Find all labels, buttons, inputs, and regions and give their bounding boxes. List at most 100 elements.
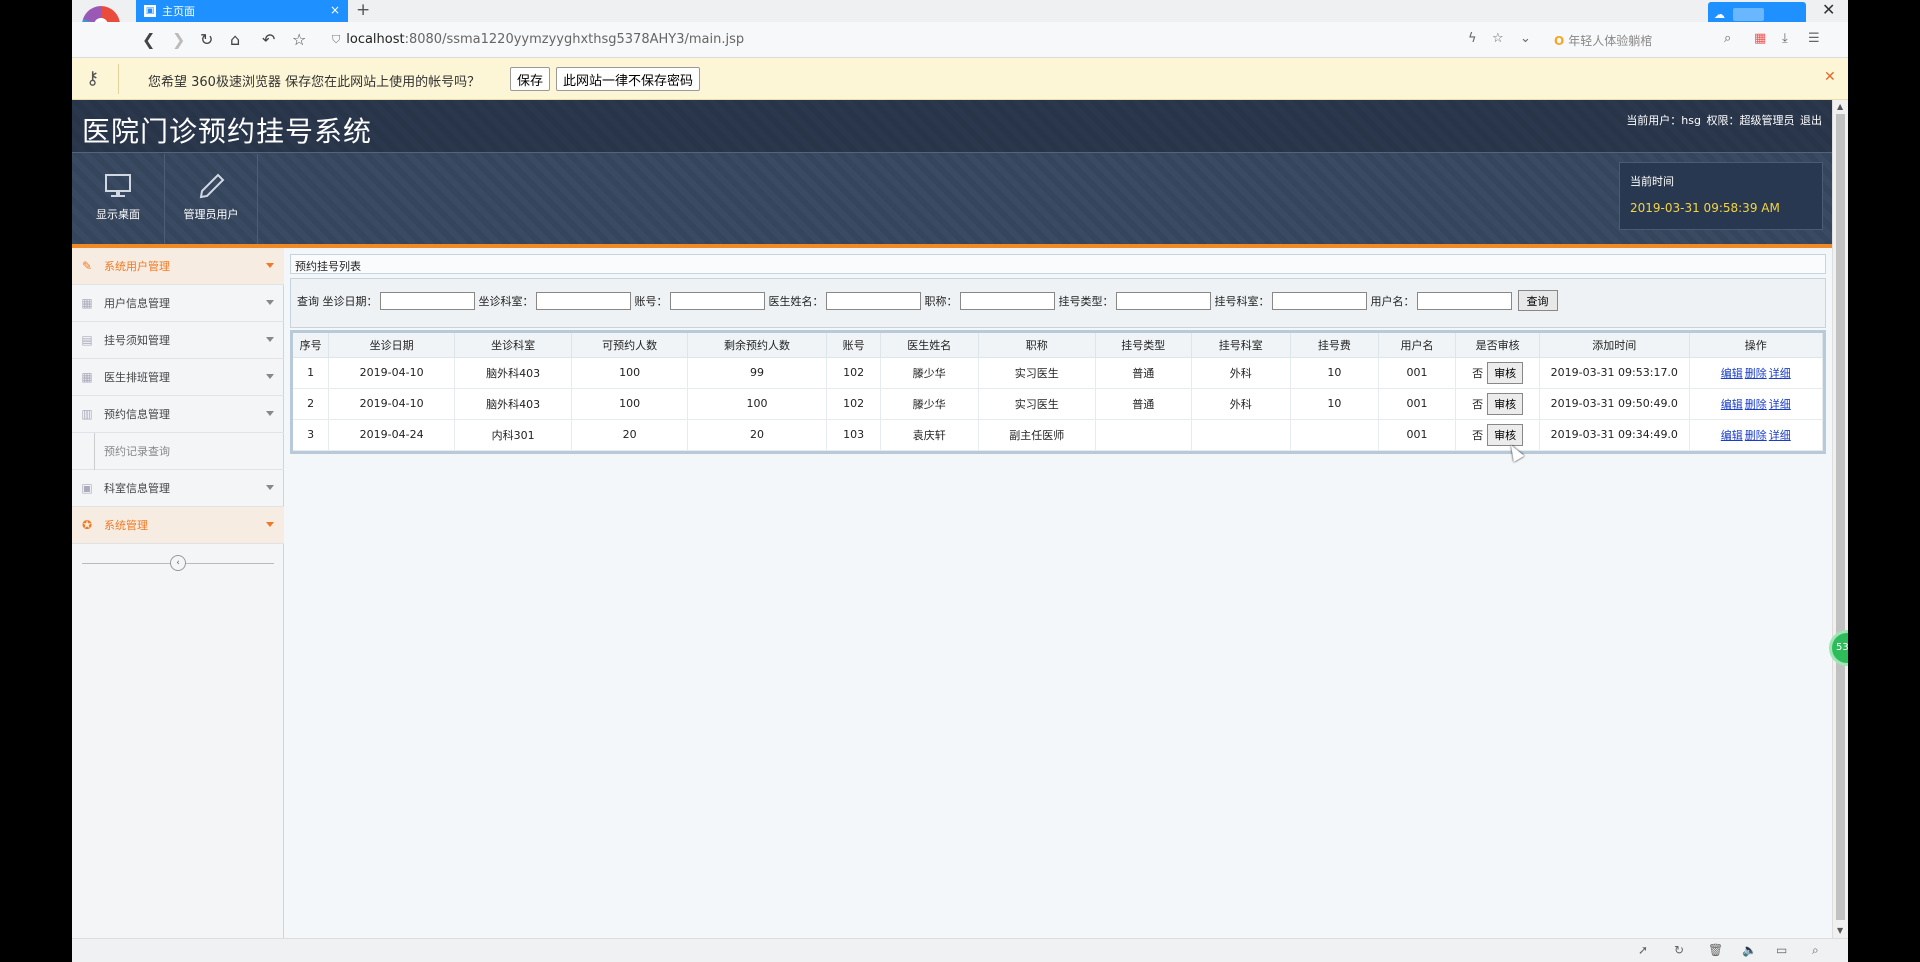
field-label: 医生姓名：: [768, 294, 824, 308]
trash-icon[interactable]: 🗑: [1708, 943, 1723, 957]
app-title: 医院门诊预约挂号系统: [82, 115, 373, 148]
sidebar-item-label: 预约信息管理: [104, 408, 170, 421]
table-row: 2 2019-04-10 脑外科403 100 100 102 滕少华 实习医生 普通 外科 10 0…: [293, 388, 1824, 420]
save-password-button[interactable]: 保存: [510, 67, 551, 91]
panel-title: 预约挂号列表: [290, 254, 1826, 274]
toolbar-admin-user[interactable]: 管理员用户: [165, 154, 258, 244]
column-header: 序号: [293, 333, 330, 358]
query-button[interactable]: 查询: [1517, 290, 1558, 311]
logout-link[interactable]: 退出: [1800, 114, 1822, 127]
search-box[interactable]: O 年轻人体验躺棺: [1554, 32, 1652, 49]
sidebar-item-user-info[interactable]: ▦ 用户信息管理: [72, 285, 284, 322]
current-user: 当前用户：hsg: [1626, 114, 1701, 127]
url-field[interactable]: ⛉ localhost:8080/ssma1220yymzyyghxthsg537…: [332, 32, 744, 47]
star-icon[interactable]: ☆: [292, 30, 306, 49]
edit-link[interactable]: 编辑: [1721, 367, 1743, 380]
account-input[interactable]: [669, 291, 765, 310]
detail-link[interactable]: 详细: [1769, 398, 1791, 411]
detail-link[interactable]: 详细: [1769, 429, 1791, 442]
reload-icon[interactable]: ↻: [200, 30, 213, 49]
window-close-button[interactable]: ✕: [1822, 0, 1835, 19]
sidebar-item-notice[interactable]: ▤ 挂号须知管理: [72, 322, 284, 359]
reg-type-input[interactable]: [1115, 291, 1211, 310]
back-icon[interactable]: ❮: [142, 30, 155, 49]
table-cell: 2019-04-10: [328, 388, 455, 420]
sidebar-item-system[interactable]: ✪ 系统管理: [72, 507, 284, 544]
forward-icon[interactable]: ❯: [172, 30, 185, 49]
table-cell: 10: [1290, 357, 1379, 389]
cloud-icon: ☁: [1714, 7, 1725, 21]
page-favicon-icon: ▣: [144, 5, 156, 17]
title-input[interactable]: [959, 291, 1055, 310]
table-cell: 100: [571, 357, 688, 389]
reg-dept-input[interactable]: [1271, 291, 1367, 310]
password-message: 您希望 360极速浏览器 保存您在此网站上使用的帐号吗？: [148, 75, 481, 90]
detail-link[interactable]: 详细: [1769, 367, 1791, 380]
audit-button[interactable]: 审核: [1487, 361, 1524, 384]
chevron-down-icon: [266, 522, 274, 527]
edit-link[interactable]: 编辑: [1721, 398, 1743, 411]
chevron-down-icon: [266, 485, 274, 490]
actions-cell: 编辑 删除 详细: [1689, 419, 1824, 451]
delete-link[interactable]: 删除: [1745, 429, 1767, 442]
table-header-row: 序号 坐诊日期 坐诊科室 可预约人数 剩余预约人数 账号 医生姓名 职称 挂号类型 挂号科室 挂号费…: [293, 333, 1824, 358]
search-engine-icon: O: [1554, 34, 1565, 48]
zoom-icon[interactable]: ⌕: [1812, 943, 1819, 958]
delete-link[interactable]: 删除: [1745, 367, 1767, 380]
sidebar-item-appointments[interactable]: ▥ 预约信息管理: [72, 396, 284, 433]
sidebar-item-system-users[interactable]: ✎ 系统用户管理: [72, 248, 284, 285]
department-input[interactable]: [535, 291, 631, 310]
volume-icon[interactable]: 🔈: [1742, 943, 1757, 957]
sidebar-item-schedule[interactable]: ▦ 医生排班管理: [72, 359, 284, 396]
download-icon[interactable]: ⤓: [1782, 31, 1788, 46]
actions-cell: 编辑 删除 详细: [1689, 388, 1824, 420]
refresh-icon[interactable]: ↻: [1674, 943, 1684, 957]
column-header: 账号: [826, 333, 882, 358]
sidebar-subitem-records[interactable]: 预约记录查询: [72, 433, 284, 470]
toolbar-show-desktop[interactable]: 显示桌面: [72, 154, 165, 244]
sidebar-item-label: 预约记录查询: [104, 445, 170, 458]
apps-icon[interactable]: ▦: [1754, 31, 1766, 46]
lightning-icon[interactable]: ϟ: [1468, 31, 1477, 46]
window-icon[interactable]: ▭: [1776, 943, 1787, 957]
field-label: 坐诊科室：: [478, 294, 534, 308]
pencil-icon: ✎: [81, 259, 93, 273]
favorite-icon[interactable]: ☆: [1492, 31, 1504, 46]
sidebar-item-departments[interactable]: ▣ 科室信息管理: [72, 470, 284, 507]
close-icon[interactable]: ✕: [1824, 69, 1836, 85]
url-path: :8080/ssma1220yymzyyghxthsg5378AHY3/main…: [404, 32, 745, 47]
browser-tab[interactable]: ▣ 主页面 ×: [136, 0, 348, 22]
username-input[interactable]: [1416, 291, 1512, 310]
menu-icon[interactable]: ☰: [1808, 31, 1820, 46]
audit-button[interactable]: 审核: [1487, 392, 1524, 415]
tab-close-icon[interactable]: ×: [330, 3, 340, 17]
scroll-up-icon[interactable]: ▲: [1837, 102, 1843, 111]
table-cell: [1290, 419, 1379, 451]
home-icon[interactable]: ⌂: [230, 30, 240, 49]
time-value: 2019-03-31 09:58:39 AM: [1630, 201, 1780, 215]
search-icon[interactable]: ⌕: [1724, 31, 1731, 46]
new-tab-button[interactable]: +: [356, 0, 370, 20]
table-cell: 103: [826, 419, 882, 451]
edit-link[interactable]: 编辑: [1721, 429, 1743, 442]
never-save-button[interactable]: 此网站一律不保存密码: [556, 67, 701, 91]
header-strip: 医院门诊预约挂号系统 当前用户：hsg 权限：超级管理员 退出: [72, 100, 1832, 153]
page-scrollbar[interactable]: ▲ ▼: [1832, 100, 1848, 938]
delete-link[interactable]: 删除: [1745, 398, 1767, 411]
scroll-thumb[interactable]: [1836, 114, 1845, 920]
table-cell: [1095, 419, 1192, 451]
role: 权限：超级管理员: [1706, 114, 1795, 127]
field-label: 挂号科室：: [1214, 294, 1270, 308]
doctor-name-input[interactable]: [825, 291, 921, 310]
undo-icon[interactable]: ↶: [262, 30, 275, 49]
list-icon: ▥: [81, 407, 93, 421]
audit-status: 否: [1472, 366, 1484, 380]
date-input[interactable]: [379, 291, 475, 310]
browser-window: ▣ 主页面 × + ☁ ✕ ❮ ❯ ↻ ⌂ ↶ ☆ ⛉ localhost:808…: [72, 0, 1848, 962]
rocket-icon[interactable]: ➚: [1638, 943, 1648, 957]
collapse-sidebar-icon[interactable]: ‹: [170, 555, 186, 571]
status-bar: ➚ ↻ 🗑 🔈 ▭ ⌕: [72, 938, 1848, 962]
scroll-down-icon[interactable]: ▼: [1837, 926, 1843, 935]
dropdown-icon[interactable]: ⌄: [1520, 31, 1531, 46]
audit-button[interactable]: 审核: [1487, 423, 1524, 446]
